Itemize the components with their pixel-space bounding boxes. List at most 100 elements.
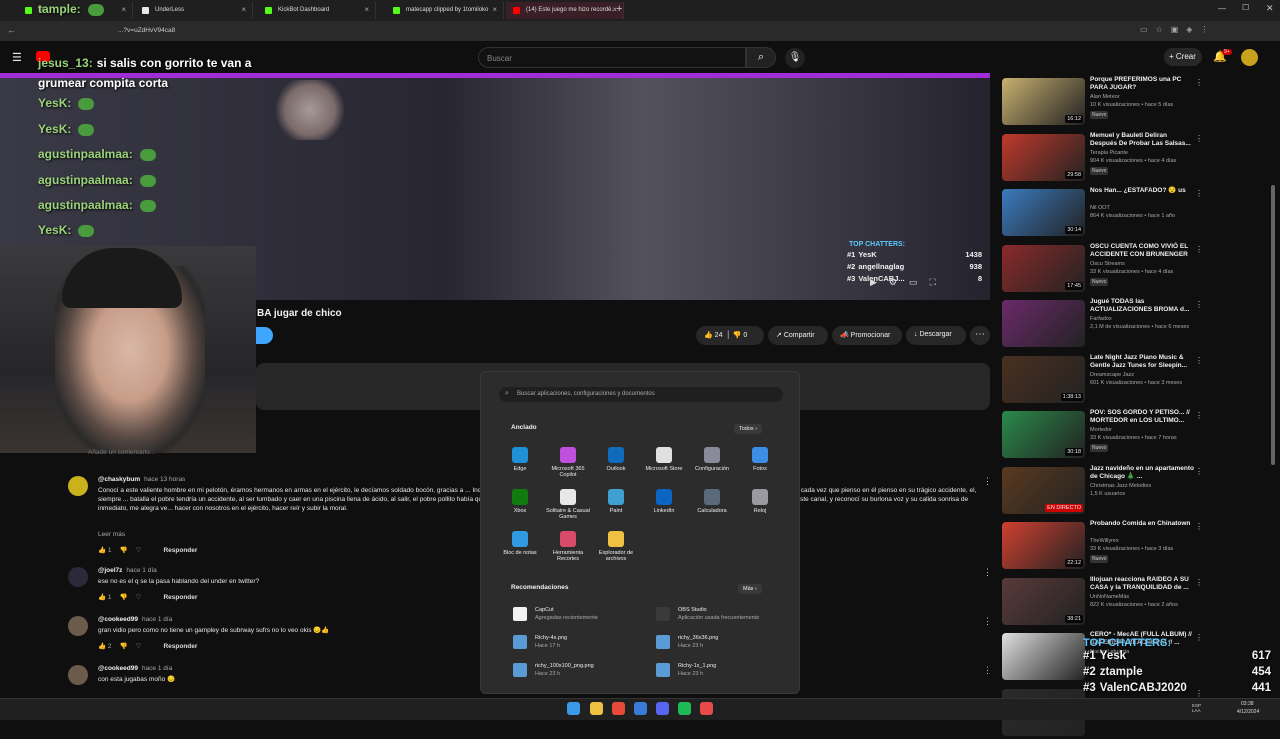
chrome-icon[interactable] xyxy=(612,702,625,715)
video-menu-icon[interactable]: ⋮ xyxy=(1195,522,1203,531)
comment-author[interactable]: @joel7z hace 1 día xyxy=(98,567,157,574)
heart-icon[interactable]: ♡ xyxy=(136,547,142,554)
video-menu-icon[interactable]: ⋮ xyxy=(1195,300,1203,309)
like-icon[interactable]: 👍 xyxy=(98,643,108,650)
pinned-app[interactable]: Configuración xyxy=(688,447,736,472)
start-search-input[interactable]: Buscar aplicaciones, configuraciones y d… xyxy=(499,387,783,402)
reply-button[interactable]: Responder xyxy=(163,547,197,554)
comment-menu-icon[interactable]: ⋮ xyxy=(983,665,992,676)
comment-menu-icon[interactable]: ⋮ xyxy=(983,616,992,627)
recommended-item[interactable]: richy_100x100_png.png Hace 23 h xyxy=(513,663,648,683)
comment-menu-icon[interactable]: ⋮ xyxy=(983,567,992,578)
mic-button[interactable]: 🎙 xyxy=(785,48,805,68)
video-menu-icon[interactable]: ⋮ xyxy=(1195,578,1203,587)
recommended-item[interactable]: Richy-1x_1.png Hace 23 h xyxy=(656,663,791,683)
recommended-item[interactable]: OBS Studio Aplicación usada frecuentement… xyxy=(656,607,791,627)
all-apps-button[interactable]: Todos › xyxy=(734,424,763,434)
comment-avatar[interactable] xyxy=(68,665,88,685)
video-thumbnail[interactable] xyxy=(1002,633,1085,680)
pinned-app[interactable]: Bloc de notas xyxy=(496,531,544,556)
avatar[interactable] xyxy=(1241,49,1258,66)
reply-button[interactable]: Responder xyxy=(163,594,197,601)
browser-tab[interactable]: KickBot Dashboard × xyxy=(258,2,376,19)
tab-close-icon[interactable]: × xyxy=(241,5,246,14)
comment-avatar[interactable] xyxy=(68,567,88,587)
related-video[interactable]: 17:45 OSCU CUENTA COMO VIVIÓ EL ACCIDENTE… xyxy=(1001,243,1206,295)
pinned-app[interactable]: Microsoft Store xyxy=(640,447,688,472)
related-video[interactable]: 30:14 Nos Han... ¿ESTAFADO? 😯 us Nil OOT 86… xyxy=(1001,187,1206,239)
video-thumbnail[interactable] xyxy=(1002,300,1085,347)
windows-start-icon[interactable] xyxy=(567,702,580,715)
browser-tab[interactable]: matecapp clipped by 1tomiloko × xyxy=(386,2,504,19)
related-video[interactable]: 30:18 POV: SOS GORDO Y PETISO... // MORTE… xyxy=(1001,409,1206,461)
pinned-app[interactable]: Explorador de archivos xyxy=(592,531,640,562)
pinned-app[interactable]: LinkedIn xyxy=(640,489,688,514)
discord-icon[interactable] xyxy=(656,702,669,715)
video-menu-icon[interactable]: ⋮ xyxy=(1195,245,1203,254)
pinned-app[interactable]: Paint xyxy=(592,489,640,514)
app-icon[interactable] xyxy=(700,702,713,715)
subscribe-button[interactable] xyxy=(256,327,273,344)
promote-button[interactable]: 📣 Promocionar xyxy=(832,326,902,345)
comment-author[interactable]: @chaskybum hace 13 horas xyxy=(98,476,185,483)
video-menu-icon[interactable]: ⋮ xyxy=(1195,78,1203,87)
like-icon[interactable]: 👍 xyxy=(98,547,108,554)
back-icon[interactable]: ← xyxy=(7,25,16,35)
pinned-app[interactable]: Fotos xyxy=(736,447,784,472)
search-button[interactable]: ⌕ xyxy=(746,47,776,68)
related-video[interactable]: 1:38:13 Late Night Jazz Piano Music & Gen… xyxy=(1001,354,1206,406)
video-menu-icon[interactable]: ⋮ xyxy=(1195,411,1203,420)
video-thumbnail[interactable]: 17:45 xyxy=(1002,244,1085,292)
pinned-app[interactable]: Calculadora xyxy=(688,489,736,514)
heart-icon[interactable]: ♡ xyxy=(136,643,142,650)
browser-tab[interactable]: (14) Este juego me hizo recordé... × xyxy=(506,2,624,19)
comment-author[interactable]: @cookeed99 hace 1 día xyxy=(98,665,172,672)
related-video[interactable]: 16:12 Porque PREFERIMOS una PC PARA JUGAR… xyxy=(1001,76,1206,128)
scrollbar-thumb[interactable] xyxy=(1271,185,1275,465)
spotify-icon[interactable] xyxy=(678,702,691,715)
close-window-icon[interactable]: ✕ xyxy=(1266,3,1274,14)
tab-close-icon[interactable]: × xyxy=(492,5,497,14)
comment-menu-icon[interactable]: ⋮ xyxy=(983,476,992,487)
video-thumbnail[interactable]: 38:21 xyxy=(1002,577,1085,625)
related-video[interactable]: 29:58 Memuel y Bauleti Deliran Después De… xyxy=(1001,132,1206,184)
pinned-app[interactable]: Microsoft 365 Copilot xyxy=(544,447,592,478)
more-actions-button[interactable]: ⋯ xyxy=(970,326,990,345)
pinned-app[interactable]: Outlook xyxy=(592,447,640,472)
video-thumbnail[interactable]: 30:14 xyxy=(1002,189,1085,236)
video-menu-icon[interactable]: ⋮ xyxy=(1195,134,1203,143)
new-tab-button[interactable]: + xyxy=(616,3,622,15)
related-video[interactable]: 22:12 Probando Comida en Chinatown TheWill… xyxy=(1001,520,1206,572)
pinned-app[interactable]: Xbox xyxy=(496,489,544,514)
dislike-icon[interactable]: 👎 xyxy=(120,594,128,601)
recommended-item[interactable]: Richy-4s.png Hace 17 h xyxy=(513,635,648,655)
comment-author[interactable]: @cookeed99 hace 1 día xyxy=(98,616,172,623)
video-thumbnail[interactable]: 22:12 xyxy=(1002,522,1085,569)
dislike-icon[interactable]: 👎 xyxy=(120,547,128,554)
add-comment-input[interactable]: Añade un comentario... xyxy=(88,449,155,456)
maximize-icon[interactable]: ☐ xyxy=(1242,3,1249,12)
video-thumbnail[interactable]: EN DIRECTO xyxy=(1002,466,1085,514)
comment-avatar[interactable] xyxy=(68,476,88,496)
heart-icon[interactable]: ♡ xyxy=(136,594,142,601)
comment-avatar[interactable] xyxy=(68,616,88,636)
like-icon[interactable]: 👍 xyxy=(98,594,108,601)
pinned-app[interactable]: Solitaire & Casual Games xyxy=(544,489,592,520)
video-thumbnail[interactable]: 1:38:13 xyxy=(1002,355,1085,403)
pinned-app[interactable]: Herramienta Recortes xyxy=(544,531,592,562)
related-video[interactable]: 38:21 Illojuan reacciona RAIDEO A SU CASA… xyxy=(1001,576,1206,628)
reply-button[interactable]: Responder xyxy=(163,643,197,650)
mail-icon[interactable] xyxy=(634,702,647,715)
url-field[interactable]: ...?v=uZdHvV94ca8 xyxy=(118,27,175,34)
create-button[interactable]: + Crear xyxy=(1164,48,1202,66)
video-menu-icon[interactable]: ⋮ xyxy=(1195,189,1203,198)
recommended-item[interactable]: CapCut Agregadas recientemente xyxy=(513,607,648,627)
menu-icon[interactable]: ☰ xyxy=(12,51,22,64)
player-controls[interactable]: ▶⚙▭⛶ xyxy=(870,277,948,288)
related-video[interactable]: EN DIRECTO Jazz navideño en un apartament… xyxy=(1001,465,1206,517)
more-recommendations-button[interactable]: Más › xyxy=(738,584,762,594)
video-menu-icon[interactable]: ⋮ xyxy=(1195,467,1203,476)
search-input[interactable]: Buscar xyxy=(478,47,746,68)
video-thumbnail[interactable]: 16:12 xyxy=(1002,78,1085,125)
video-thumbnail[interactable]: 30:18 xyxy=(1002,411,1085,458)
